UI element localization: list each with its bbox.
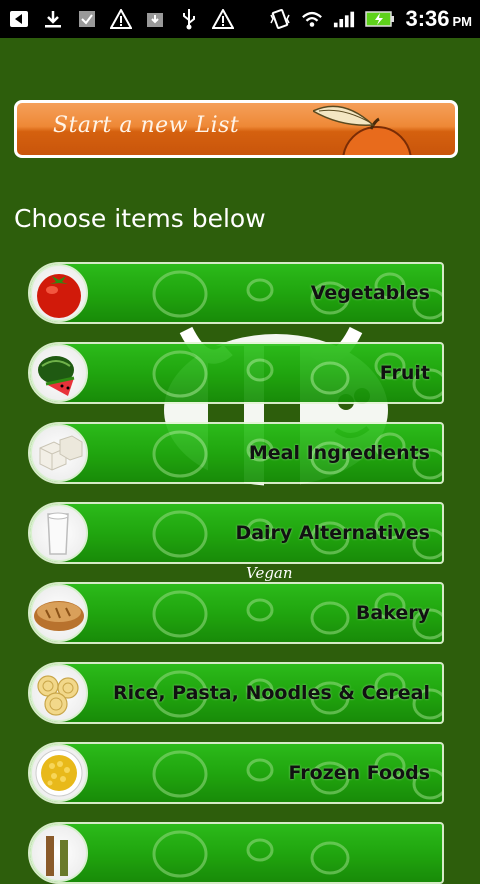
category-label: Vegetables <box>310 282 430 304</box>
bread-icon <box>30 584 88 642</box>
category-rice-pasta-noodles-cereal[interactable]: Rice, Pasta, Noodles & Cereal <box>28 662 444 724</box>
corn-bowl-icon <box>30 744 88 802</box>
tofu-icon <box>30 424 88 482</box>
pasta-nest-icon <box>30 664 88 722</box>
category-bar <box>28 822 444 884</box>
category-label: Frozen Foods <box>288 762 431 784</box>
category-list: Vegetables Fruit Meal Ingredients Dairy … <box>0 0 480 884</box>
bee-pattern-icon <box>152 830 350 878</box>
category-label: Meal Ingredients <box>248 442 430 464</box>
category-meal-ingredients[interactable]: Meal Ingredients <box>28 422 444 484</box>
category-label: Dairy Alternatives <box>235 522 430 544</box>
category-bakery[interactable]: Bakery <box>28 582 444 644</box>
category-label: Bakery <box>355 602 430 624</box>
tomato-icon <box>30 264 88 322</box>
category-label: Fruit <box>379 362 430 384</box>
bottles-icon <box>30 824 88 882</box>
watermelon-icon <box>30 344 88 402</box>
category-fruit[interactable]: Fruit <box>28 342 444 404</box>
category-frozen-foods[interactable]: Frozen Foods <box>28 742 444 804</box>
category-partial[interactable] <box>28 822 444 884</box>
category-vegetables[interactable]: Vegetables <box>28 262 444 324</box>
category-dairy-alternatives[interactable]: Dairy Alternatives <box>28 502 444 564</box>
category-label: Rice, Pasta, Noodles & Cereal <box>113 682 430 704</box>
milk-glass-icon <box>30 504 88 562</box>
